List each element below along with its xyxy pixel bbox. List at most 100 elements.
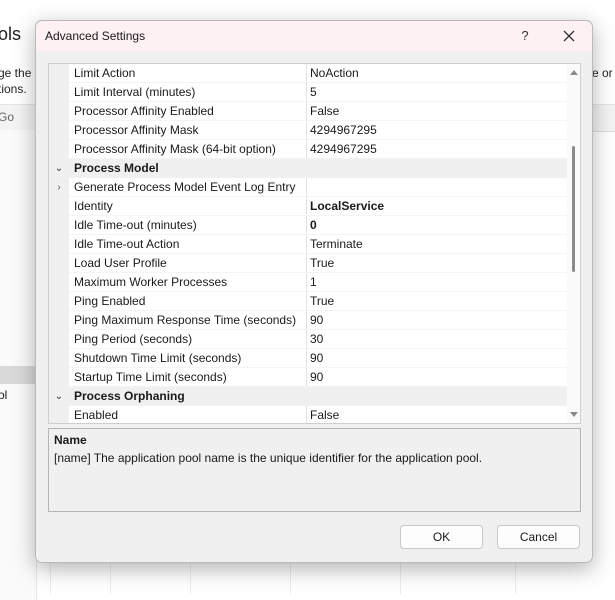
scroll-down-arrow-icon[interactable]	[570, 412, 578, 417]
column-divider[interactable]	[306, 140, 307, 159]
property-value[interactable]: True	[310, 292, 334, 311]
background-description-right: e or m	[592, 66, 615, 80]
vertical-scrollbar[interactable]	[567, 64, 580, 423]
property-value[interactable]: 30	[310, 330, 323, 349]
property-value[interactable]: 90	[310, 311, 323, 330]
property-row[interactable]: Ping Maximum Response Time (seconds) 90	[49, 311, 567, 330]
property-row[interactable]: Maximum Worker Processes 1	[49, 273, 567, 292]
column-divider[interactable]	[306, 83, 307, 102]
row-gutter	[49, 121, 69, 140]
background-selected-row[interactable]	[0, 366, 36, 384]
property-value[interactable]: 1	[310, 273, 317, 292]
column-divider[interactable]	[306, 273, 307, 292]
background-column-line	[110, 560, 111, 594]
property-row[interactable]: Limit Interval (minutes) 5	[49, 83, 567, 102]
property-row[interactable]: Processor Affinity Mask 4294967295	[49, 121, 567, 140]
property-row[interactable]: Shutdown Time Limit (seconds) 90	[49, 349, 567, 368]
property-value[interactable]: True	[310, 254, 334, 273]
row-gutter	[49, 197, 69, 216]
property-row[interactable]: Ping Period (seconds) 30	[49, 330, 567, 349]
background-description-line: ge the	[0, 66, 32, 80]
property-row[interactable]: Ping Enabled True	[49, 292, 567, 311]
scroll-up-arrow-icon[interactable]	[570, 70, 578, 75]
property-name: Identity	[74, 199, 113, 213]
property-name: Limit Action	[74, 66, 136, 80]
row-gutter	[49, 292, 69, 311]
background-column-line	[515, 560, 516, 594]
background-column-line	[190, 560, 191, 594]
property-value[interactable]: 90	[310, 368, 323, 387]
collapse-chevron-icon[interactable]: ⌄	[49, 387, 69, 406]
column-divider[interactable]	[306, 254, 307, 273]
ok-button[interactable]: OK	[400, 525, 483, 549]
column-divider[interactable]	[306, 216, 307, 235]
dialog-titlebar[interactable]: Advanced Settings ?	[36, 21, 592, 51]
property-name: Generate Process Model Event Log Entry	[74, 180, 296, 194]
property-name: Maximum Worker Processes	[74, 275, 228, 289]
property-row[interactable]: Startup Time Limit (seconds) 90	[49, 368, 567, 387]
column-divider[interactable]	[306, 121, 307, 140]
background-list-item[interactable]: ol	[0, 388, 7, 402]
property-row[interactable]: Idle Time-out (minutes) 0	[49, 216, 567, 235]
column-divider[interactable]	[306, 311, 307, 330]
property-row[interactable]: › Generate Process Model Event Log Entry	[49, 178, 567, 197]
property-row[interactable]: Idle Time-out Action Terminate	[49, 235, 567, 254]
row-gutter	[49, 311, 69, 330]
property-value[interactable]: 4294967295	[310, 140, 377, 159]
row-gutter	[49, 140, 69, 159]
property-grid: Limit Action NoAction Limit Interval (minu…	[48, 63, 581, 424]
column-divider[interactable]	[306, 330, 307, 349]
property-row[interactable]: Processor Affinity Enabled False	[49, 102, 567, 121]
column-divider[interactable]	[306, 102, 307, 121]
row-gutter	[49, 273, 69, 292]
property-row[interactable]: Identity LocalService	[49, 197, 567, 216]
property-value[interactable]: False	[310, 406, 339, 423]
row-gutter	[49, 368, 69, 387]
scrollbar-thumb[interactable]	[572, 146, 575, 272]
property-name: Idle Time-out Action	[74, 237, 180, 251]
property-value[interactable]: 4294967295	[310, 121, 377, 140]
expand-chevron-icon[interactable]: ›	[49, 178, 69, 197]
collapse-chevron-icon[interactable]: ⌄	[49, 159, 69, 178]
column-divider[interactable]	[306, 178, 307, 197]
row-gutter	[49, 330, 69, 349]
column-divider[interactable]	[306, 349, 307, 368]
property-row[interactable]: Limit Action NoAction	[49, 64, 567, 83]
column-divider[interactable]	[306, 197, 307, 216]
row-gutter	[49, 254, 69, 273]
row-gutter	[49, 102, 69, 121]
background-description-line: tions.	[0, 82, 27, 96]
row-gutter	[49, 349, 69, 368]
property-value[interactable]: 90	[310, 349, 323, 368]
property-value[interactable]: NoAction	[310, 64, 359, 83]
background-page-title: ols	[0, 24, 22, 44]
column-divider[interactable]	[306, 292, 307, 311]
property-name: Limit Interval (minutes)	[74, 85, 196, 99]
property-name: Processor Affinity Mask (64-bit option)	[74, 142, 276, 156]
property-value[interactable]: 0	[310, 216, 317, 235]
row-gutter	[49, 216, 69, 235]
background-column-line	[290, 560, 291, 594]
property-name: Ping Period (seconds)	[74, 332, 193, 346]
property-row[interactable]: Enabled False	[49, 406, 567, 423]
property-value[interactable]: LocalService	[310, 197, 384, 216]
row-gutter	[49, 235, 69, 254]
property-row[interactable]: Load User Profile True	[49, 254, 567, 273]
column-divider[interactable]	[306, 368, 307, 387]
property-value[interactable]: 5	[310, 83, 317, 102]
property-value[interactable]: False	[310, 102, 339, 121]
column-divider[interactable]	[306, 406, 307, 423]
close-icon	[563, 30, 575, 42]
property-value[interactable]: Terminate	[310, 235, 363, 254]
property-name: Idle Time-out (minutes)	[74, 218, 197, 232]
category-row[interactable]: ⌄ Process Model	[49, 159, 567, 178]
category-row[interactable]: ⌄ Process Orphaning	[49, 387, 567, 406]
background-go-button[interactable]: Go	[0, 110, 14, 124]
column-divider[interactable]	[306, 64, 307, 83]
column-divider[interactable]	[306, 235, 307, 254]
property-row[interactable]: Processor Affinity Mask (64-bit option) 4…	[49, 140, 567, 159]
cancel-button[interactable]: Cancel	[497, 525, 580, 549]
category-label: Process Model	[74, 161, 159, 175]
help-button[interactable]: ?	[514, 25, 536, 47]
close-button[interactable]	[554, 25, 584, 47]
